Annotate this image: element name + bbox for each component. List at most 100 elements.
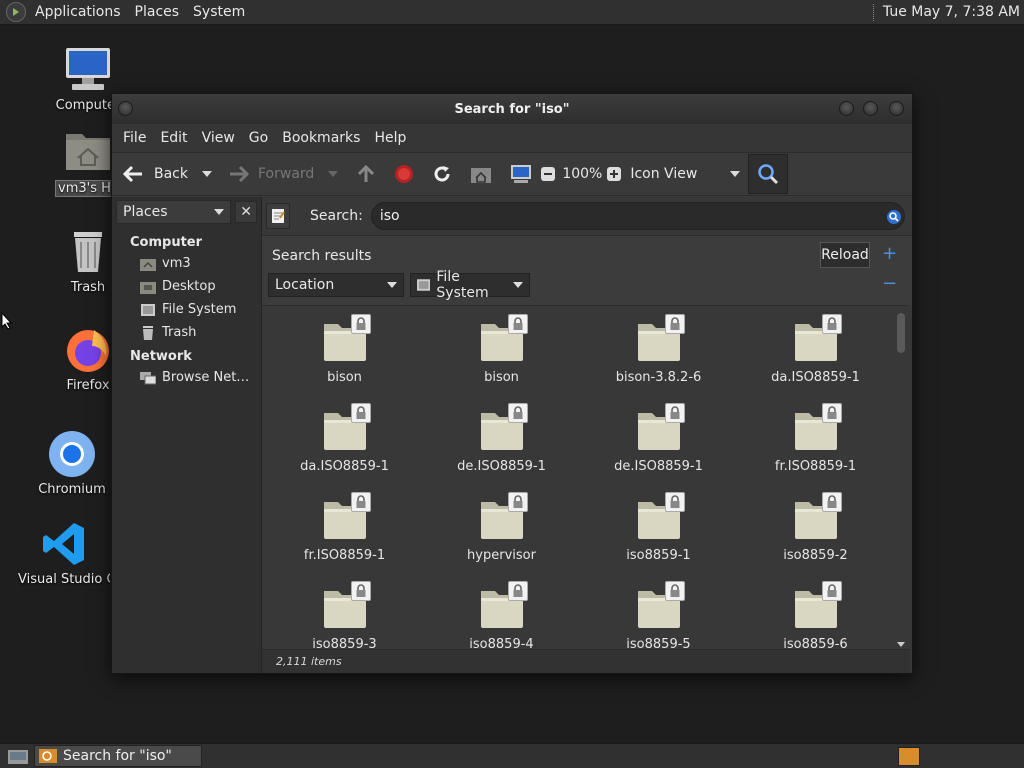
- folder-icon: [478, 490, 528, 544]
- file-item[interactable]: fr.ISO8859-1: [266, 490, 423, 579]
- file-item[interactable]: iso8859-6: [737, 579, 894, 649]
- status-bar: 2,111 items: [262, 649, 910, 673]
- file-manager-window[interactable]: Search for "iso" File Edit View Go Bookm…: [111, 93, 913, 674]
- reload-button[interactable]: Reload: [820, 242, 870, 268]
- criterion-value-select[interactable]: File System: [410, 269, 530, 301]
- mouse-cursor-icon: [1, 312, 13, 330]
- side-pane: Places ✕ Computer vm3 Desktop File Syste…: [112, 197, 262, 673]
- folder-icon: [321, 401, 371, 455]
- applications-menu[interactable]: Applications: [28, 0, 128, 25]
- chromium-icon: [48, 430, 96, 478]
- vertical-scrollbar[interactable]: [896, 307, 906, 647]
- distro-logo-icon[interactable]: [6, 2, 26, 22]
- trash-icon: [143, 325, 153, 340]
- lock-icon: [821, 581, 842, 601]
- chevron-down-icon: [387, 282, 397, 288]
- desktop-icon-vscode[interactable]: Visual Studio Code: [18, 520, 110, 587]
- reload-icon[interactable]: [432, 158, 452, 190]
- menubar: File Edit View Go Bookmarks Help: [112, 124, 912, 152]
- menu-help[interactable]: Help: [367, 130, 413, 146]
- lock-icon: [664, 581, 685, 601]
- system-menu[interactable]: System: [186, 0, 252, 25]
- menu-go[interactable]: Go: [242, 130, 275, 146]
- menu-edit[interactable]: Edit: [153, 130, 194, 146]
- folder-icon: [635, 490, 685, 544]
- close-side-pane-button[interactable]: ✕: [235, 201, 257, 223]
- file-item[interactable]: iso8859-4: [423, 579, 580, 649]
- file-item[interactable]: bison: [266, 312, 423, 401]
- search-results-title: Search results: [272, 248, 372, 264]
- menu-file[interactable]: File: [116, 130, 153, 146]
- search-input[interactable]: [370, 202, 905, 230]
- desktop-icon-chromium[interactable]: Chromium: [26, 430, 118, 497]
- remove-criterion-icon[interactable]: −: [882, 273, 897, 294]
- back-button[interactable]: Back: [122, 158, 188, 190]
- sidebar-item-trash[interactable]: Trash: [112, 321, 261, 344]
- file-item-label: iso8859-6: [783, 637, 848, 649]
- stop-icon[interactable]: [394, 158, 414, 190]
- sidebar-item-browse-network[interactable]: Browse Net…: [112, 366, 261, 389]
- computer-icon[interactable]: [510, 158, 532, 190]
- file-item[interactable]: de.ISO8859-1: [580, 401, 737, 490]
- file-item-label: iso8859-4: [469, 637, 534, 649]
- search-icon[interactable]: [886, 209, 902, 229]
- back-history-dropdown[interactable]: [202, 171, 212, 177]
- sidebar-item-label: Trash: [162, 325, 197, 340]
- file-item[interactable]: da.ISO8859-1: [266, 401, 423, 490]
- file-item[interactable]: iso8859-1: [580, 490, 737, 579]
- close-button[interactable]: [889, 101, 904, 116]
- places-menu[interactable]: Places: [128, 0, 187, 25]
- window-title: Search for "iso": [454, 101, 570, 117]
- search-icon: [758, 164, 779, 185]
- sidebar-item-label: File System: [162, 302, 237, 317]
- lock-icon: [350, 314, 371, 334]
- side-pane-selector[interactable]: Places: [116, 200, 232, 224]
- edit-location-icon[interactable]: [266, 203, 290, 229]
- file-item[interactable]: da.ISO8859-1: [737, 312, 894, 401]
- folder-icon: [478, 401, 528, 455]
- window-titlebar[interactable]: Search for "iso": [112, 94, 912, 124]
- file-item[interactable]: hypervisor: [423, 490, 580, 579]
- scroll-down-arrow-icon[interactable]: [897, 642, 905, 647]
- lock-icon: [350, 581, 371, 601]
- add-criterion-icon[interactable]: +: [882, 243, 897, 264]
- file-item-label: da.ISO8859-1: [300, 459, 389, 474]
- lock-icon: [507, 492, 528, 512]
- top-panel: Applications Places System Tue May 7, 7:…: [0, 0, 1024, 25]
- menu-view[interactable]: View: [195, 130, 242, 146]
- workspace-switcher-icon[interactable]: [898, 747, 920, 766]
- up-arrow-icon[interactable]: [356, 158, 376, 190]
- clock[interactable]: Tue May 7, 7:38 AM: [883, 4, 1024, 20]
- sidebar-item-vm3[interactable]: vm3: [112, 252, 261, 275]
- forward-button[interactable]: Forward: [228, 158, 314, 190]
- home-folder-icon: [140, 258, 156, 271]
- network-icon: [140, 371, 156, 384]
- taskbar-window-button[interactable]: Search for "iso": [34, 745, 202, 767]
- criterion-type-select[interactable]: Location: [268, 273, 404, 297]
- minimize-button[interactable]: [839, 101, 854, 116]
- view-mode-select[interactable]: Icon View: [630, 158, 741, 190]
- zoom-level[interactable]: 100%: [562, 158, 602, 190]
- file-item[interactable]: iso8859-2: [737, 490, 894, 579]
- home-icon[interactable]: [470, 158, 492, 190]
- file-item-label: fr.ISO8859-1: [303, 548, 386, 563]
- maximize-button[interactable]: [863, 101, 878, 116]
- sidebar-item-desktop[interactable]: Desktop: [112, 275, 261, 298]
- scrollbar-thumb[interactable]: [897, 313, 905, 353]
- file-icon-grid[interactable]: bison bison bison-3.8.2-6 da.ISO8859-1 da.IS…: [262, 305, 908, 649]
- file-item[interactable]: fr.ISO8859-1: [737, 401, 894, 490]
- file-item[interactable]: de.ISO8859-1: [423, 401, 580, 490]
- zoom-out-icon[interactable]: [540, 158, 556, 190]
- file-item[interactable]: bison-3.8.2-6: [580, 312, 737, 401]
- window-menu-button[interactable]: [118, 101, 133, 116]
- sidebar-item-file-system[interactable]: File System: [112, 298, 261, 321]
- zoom-in-icon[interactable]: [606, 158, 622, 190]
- search-toggle-button[interactable]: [748, 154, 789, 194]
- menu-bookmarks[interactable]: Bookmarks: [275, 130, 367, 146]
- show-desktop-icon[interactable]: [7, 748, 29, 766]
- file-item[interactable]: bison: [423, 312, 580, 401]
- forward-history-dropdown[interactable]: [328, 171, 339, 177]
- file-item[interactable]: iso8859-5: [580, 579, 737, 649]
- chevron-down-icon: [730, 171, 741, 177]
- file-item[interactable]: iso8859-3: [266, 579, 423, 649]
